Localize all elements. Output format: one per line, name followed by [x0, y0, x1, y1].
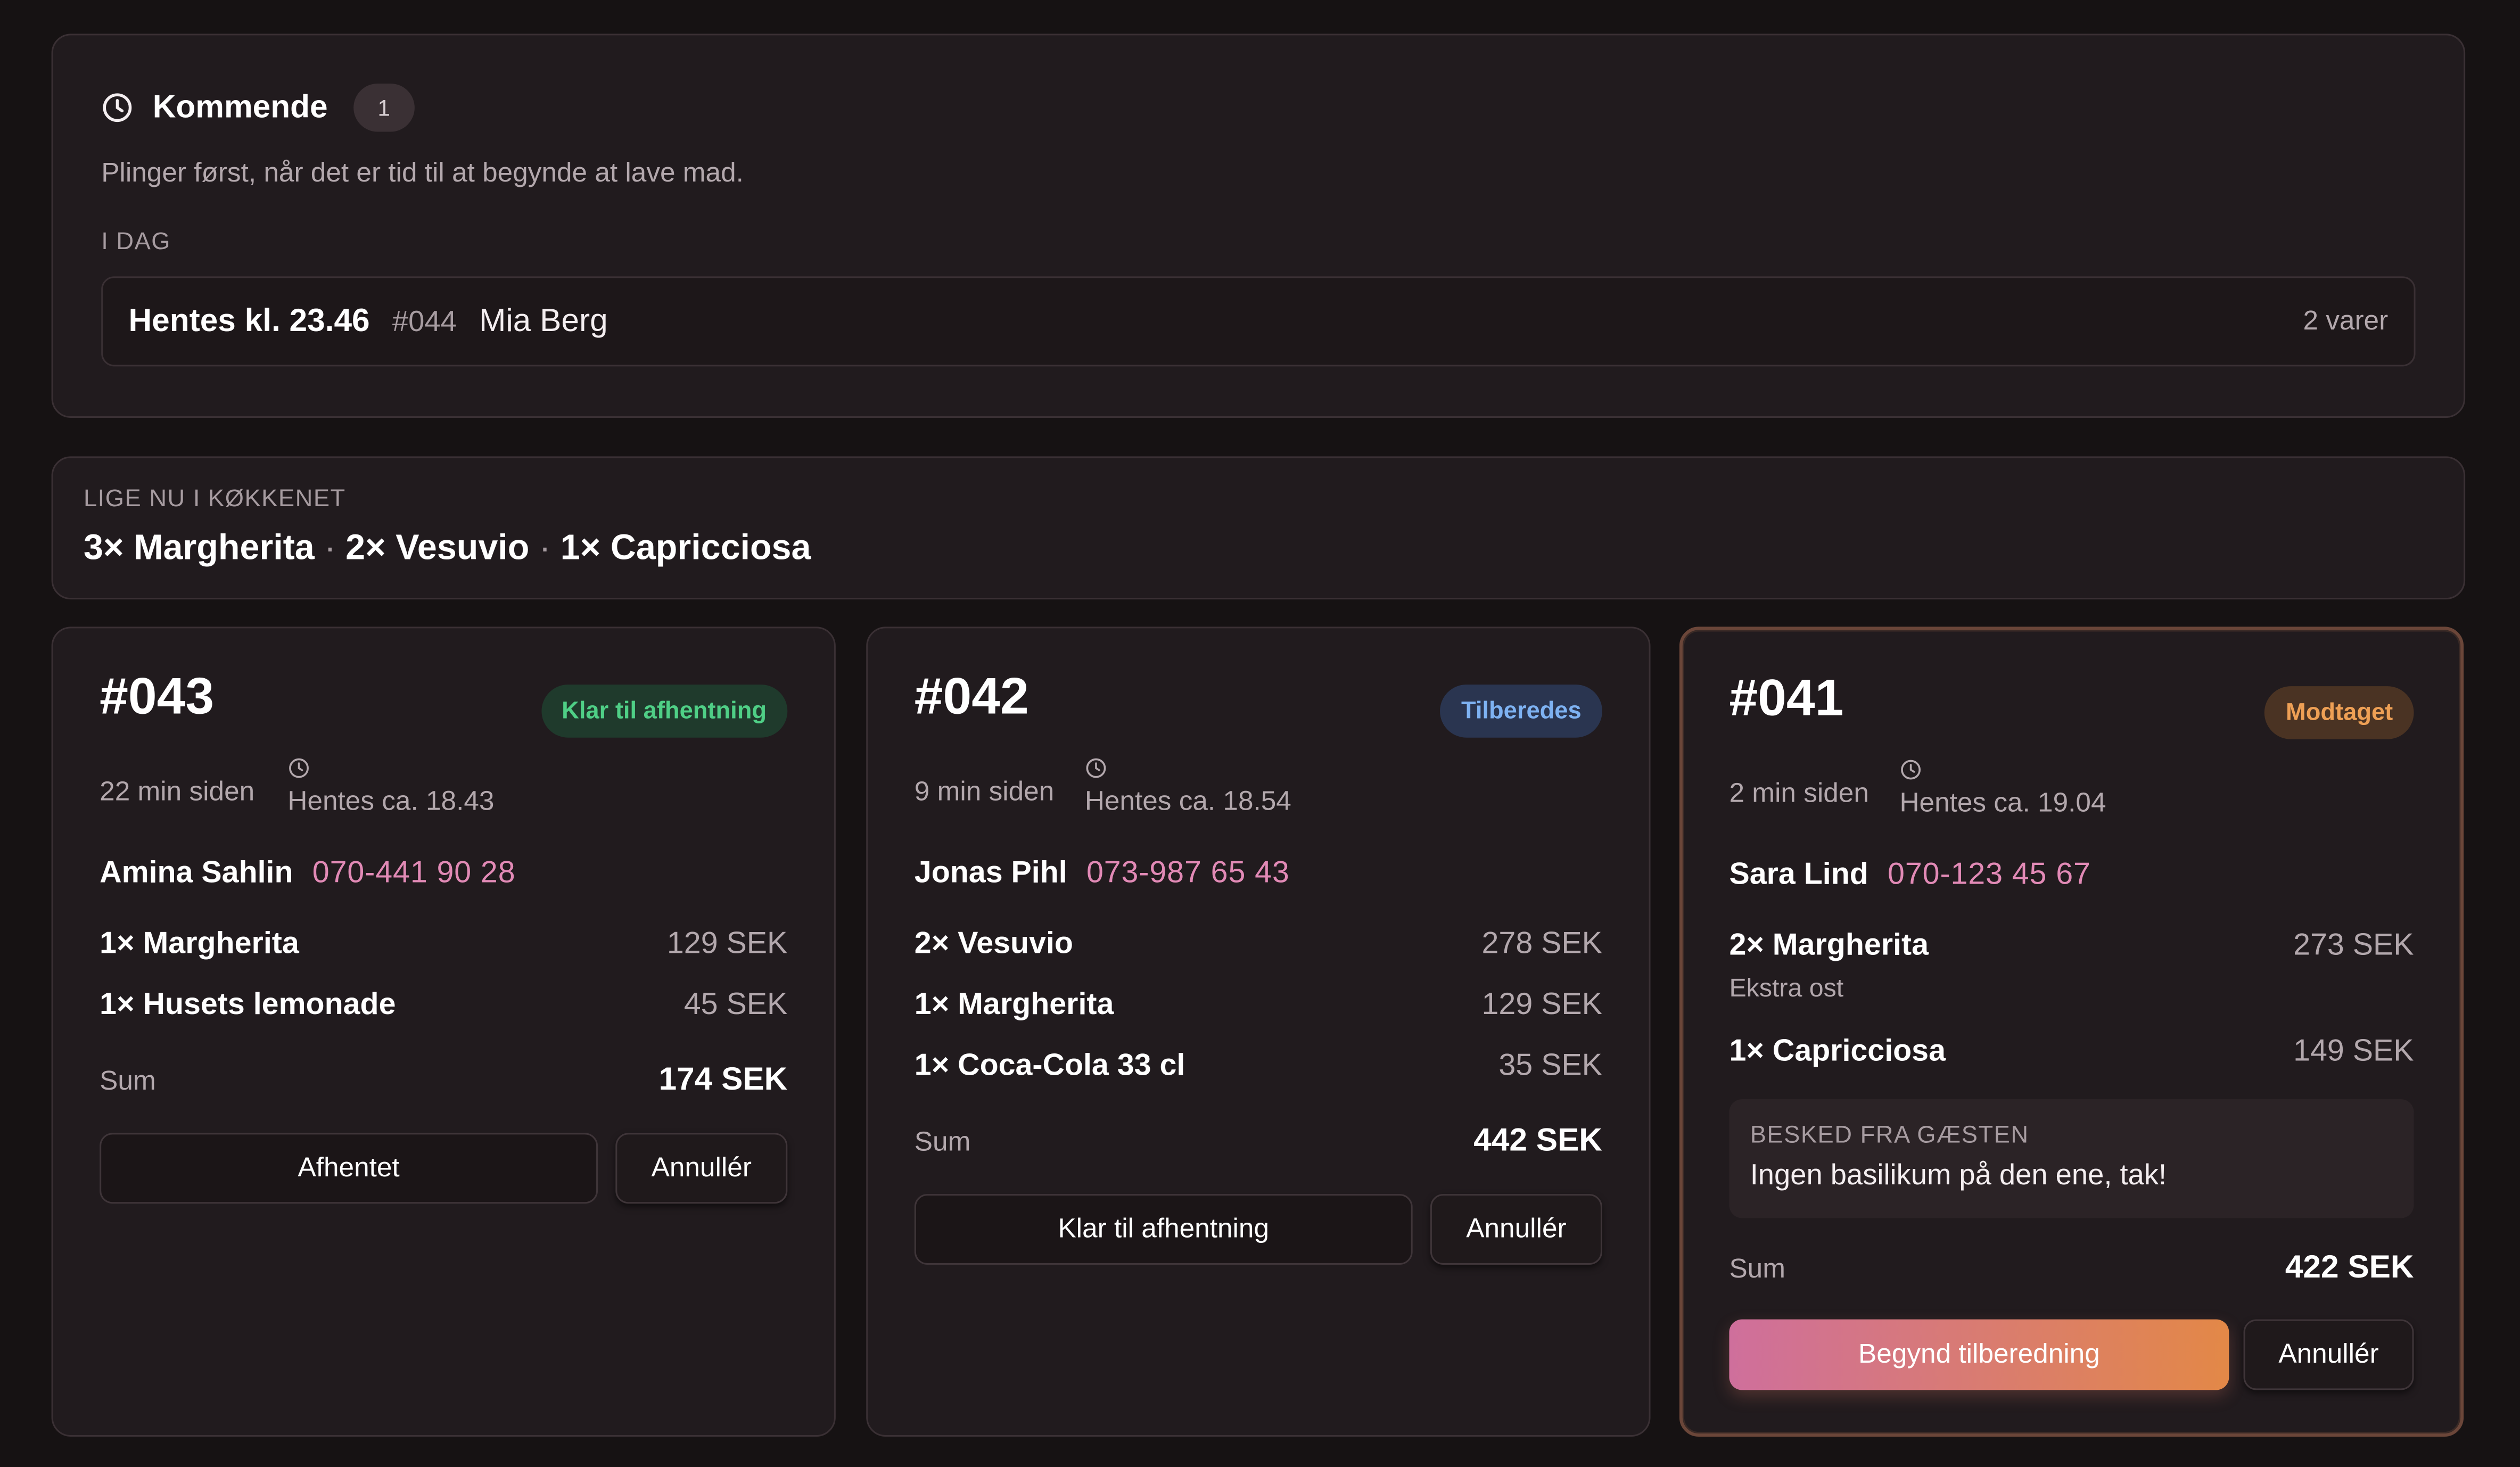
customer-name: Amina Sahlin: [100, 856, 293, 891]
item-note: Ekstra ost: [1729, 975, 1844, 1003]
order-line: 1× Coca-Cola 33 cl 35 SEK: [915, 1049, 1602, 1084]
item-name: 2× Vesuvio: [914, 927, 1073, 961]
order-card-043: #043 Klar til afhentning 22 min siden He…: [51, 627, 836, 1437]
upcoming-day-label: I DAG: [101, 228, 171, 256]
item-price: 149 SEK: [2293, 1035, 2414, 1069]
upcoming-subtitle: Plinger først, når det er tid til at beg…: [101, 157, 744, 188]
kitchen-now-label: LIGE NU I KØKKENET: [83, 485, 346, 513]
order-age: 22 min siden: [100, 776, 255, 807]
item-name: 1× Capricciosa: [1729, 1035, 1946, 1069]
kitchen-now-summary: 3× Margherita · 2× Vesuvio · 1× Capricciosa: [84, 527, 811, 568]
customer: Sara Lind 070-123 45 67: [1729, 858, 2090, 893]
status-badge: Klar til afhentning: [540, 685, 788, 738]
item-price: 273 SEK: [2293, 928, 2414, 963]
item-price: 129 SEK: [666, 927, 788, 961]
cancel-button[interactable]: Annullér: [2243, 1319, 2414, 1390]
pickup-estimate: Hentes ca. 19.04: [1899, 759, 2106, 820]
pickup-estimate: Hentes ca. 18.43: [287, 757, 494, 818]
sum-label: Sum: [914, 1125, 971, 1157]
pickup-time: Hentes ca. 18.43: [287, 786, 495, 817]
item-price: 45 SEK: [683, 988, 788, 1023]
customer-name: Jonas Pihl: [914, 856, 1067, 891]
separator-dot: ·: [539, 527, 551, 567]
order-age: 9 min siden: [914, 776, 1055, 807]
upcoming-count-badge: 1: [353, 83, 415, 132]
order-sum: Sum 174 SEK: [100, 1062, 787, 1099]
order-line: 1× Margherita 129 SEK: [100, 927, 787, 962]
order-age: 2 min siden: [1729, 778, 1869, 809]
sum-value: 422 SEK: [2285, 1250, 2414, 1286]
pickup-time: Hentes ca. 18.54: [1084, 786, 1291, 817]
item-name: 1× Coca-Cola 33 cl: [914, 1049, 1185, 1083]
customer-phone[interactable]: 073-987 65 43: [1086, 856, 1290, 892]
order-line: 1× Capricciosa 149 SEK: [1729, 1035, 2414, 1070]
ready-for-pickup-button[interactable]: Klar til afhentning: [914, 1194, 1413, 1265]
upcoming-panel: Kommende 1 Plinger først, når det er tid…: [51, 34, 2466, 418]
item-name: 2× Margherita: [1729, 928, 1929, 963]
kitchen-now-item: 1× Capricciosa: [560, 527, 811, 567]
guest-message-text: Ingen basilikum på den ene, tak!: [1750, 1158, 2167, 1191]
customer: Amina Sahlin 070-441 90 28: [100, 856, 515, 892]
upcoming-pickup-time: Hentes kl. 23.46: [128, 303, 370, 339]
sum-value: 442 SEK: [1473, 1123, 1602, 1159]
order-number: #042: [914, 666, 1029, 725]
upcoming-customer-name: Mia Berg: [479, 303, 608, 339]
clock-icon: [289, 758, 309, 778]
item-name: 1× Margherita: [100, 927, 299, 961]
guest-message: BESKED FRA GÆSTEN Ingen basilikum på den…: [1729, 1099, 2414, 1218]
order-number: #041: [1729, 668, 1844, 727]
start-preparation-button[interactable]: Begynd tilberedning: [1729, 1319, 2229, 1390]
item-name: 1× Margherita: [914, 988, 1114, 1023]
order-line: 2× Margherita 273 SEK: [1729, 929, 2414, 964]
sum-label: Sum: [1729, 1252, 1786, 1283]
upcoming-header: Kommende 1: [101, 83, 415, 132]
customer-phone[interactable]: 070-123 45 67: [1888, 858, 2091, 893]
order-number: #043: [100, 666, 215, 725]
kitchen-now-item: 2× Vesuvio: [345, 527, 530, 567]
order-line: 1× Husets lemonade 45 SEK: [100, 988, 787, 1024]
kitchen-now-panel: LIGE NU I KØKKENET 3× Margherita · 2× Vesu…: [51, 456, 2466, 600]
order-sum: Sum 442 SEK: [915, 1123, 1602, 1160]
order-line: 2× Vesuvio 278 SEK: [915, 927, 1602, 962]
upcoming-order-row[interactable]: Hentes kl. 23.46 #044 Mia Berg 2 varer: [101, 276, 2416, 367]
pickup-time: Hentes ca. 19.04: [1899, 787, 2106, 818]
sum-label: Sum: [100, 1065, 156, 1095]
customer-phone[interactable]: 070-441 90 28: [312, 856, 516, 892]
clock-icon: [103, 93, 132, 122]
order-sum: Sum 422 SEK: [1729, 1250, 2414, 1287]
order-line: 1× Margherita 129 SEK: [915, 988, 1602, 1024]
order-card-041: #041 Modtaget 2 min siden Hentes ca. 19.…: [1679, 627, 2464, 1437]
sum-value: 174 SEK: [658, 1062, 788, 1098]
customer: Jonas Pihl 073-987 65 43: [915, 856, 1290, 892]
upcoming-item-count: 2 varer: [2303, 305, 2389, 336]
upcoming-title: Kommende: [152, 89, 328, 125]
clock-icon: [1901, 760, 1921, 780]
cancel-button[interactable]: Annullér: [615, 1133, 788, 1204]
cancel-button[interactable]: Annullér: [1430, 1194, 1602, 1265]
kitchen-now-item: 3× Margherita: [83, 527, 315, 567]
upcoming-order-number: #044: [392, 304, 457, 337]
order-card-042: #042 Tilberedes 9 min siden Hentes ca. 1…: [866, 627, 1651, 1437]
guest-message-label: BESKED FRA GÆSTEN: [1750, 1122, 2029, 1149]
status-badge: Tilberedes: [1440, 685, 1602, 738]
customer-name: Sara Lind: [1729, 858, 1868, 892]
clock-icon: [1086, 758, 1106, 778]
item-name: 1× Husets lemonade: [100, 988, 396, 1023]
picked-up-button[interactable]: Afhentet: [100, 1133, 598, 1204]
separator-dot: ·: [324, 527, 336, 567]
kitchen-board: Kommende 1 Plinger først, når det er tid…: [0, 0, 2520, 1467]
item-price: 129 SEK: [1481, 988, 1602, 1023]
pickup-estimate: Hentes ca. 18.54: [1085, 757, 1291, 818]
item-price: 278 SEK: [1481, 927, 1602, 961]
item-price: 35 SEK: [1498, 1049, 1602, 1083]
status-badge: Modtaget: [2264, 686, 2414, 739]
